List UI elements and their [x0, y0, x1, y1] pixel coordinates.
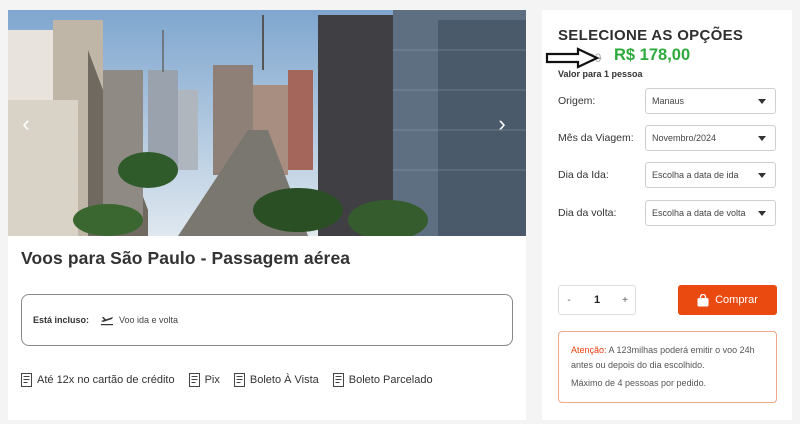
price: R$ 178,00 — [614, 46, 691, 64]
receipt-icon — [233, 373, 245, 387]
arrow-right-icon — [545, 47, 600, 69]
product-panel: ‹ › Voos para São Paulo - Passagem aérea… — [8, 10, 526, 420]
departure-label: Dia da Ida: — [558, 169, 609, 181]
decrement-button[interactable]: - — [559, 295, 579, 306]
month-select[interactable]: Novembro/2024 — [645, 125, 776, 151]
price-note: Valor para 1 pessoa — [558, 69, 643, 79]
month-value: Novembro/2024 — [652, 133, 717, 143]
return-date-select[interactable]: Escolha a data de volta — [645, 200, 776, 226]
shopping-bag-icon — [697, 293, 709, 306]
buy-label: Comprar — [715, 294, 758, 306]
chevron-down-icon — [758, 173, 766, 178]
chevron-down-icon — [758, 211, 766, 216]
month-label: Mês da Viagem: — [558, 132, 634, 144]
receipt-icon — [332, 373, 344, 387]
payment-methods: Até 12x no cartão de crédito Pix Boleto … — [21, 373, 447, 387]
carousel-prev-icon[interactable]: ‹ — [16, 113, 36, 135]
origin-label: Origem: — [558, 95, 596, 107]
payment-label: Boleto À Vista — [249, 374, 319, 386]
options-title: SELECIONE AS OPÇÕES — [558, 27, 744, 44]
notice-limit: Máximo de 4 pessoas por pedido. — [571, 378, 707, 388]
origin-select[interactable]: Manaus — [645, 88, 776, 114]
product-page: ‹ › Voos para São Paulo - Passagem aérea… — [0, 0, 800, 424]
included-box: Está incluso: Voo ida e volta — [21, 294, 513, 346]
buy-button[interactable]: Comprar — [678, 285, 777, 315]
return-value: Escolha a data de volta — [652, 208, 746, 218]
payment-label: Boleto Parcelado — [348, 374, 433, 386]
chevron-down-icon — [758, 99, 766, 104]
attention-label: Atenção: — [571, 345, 607, 355]
payment-method: Boleto À Vista — [233, 373, 319, 387]
receipt-icon — [21, 373, 32, 387]
quantity-stepper: - 1 + — [558, 285, 636, 315]
origin-value: Manaus — [652, 96, 685, 106]
receipt-icon — [188, 373, 200, 387]
payment-method: Boleto Parcelado — [332, 373, 433, 387]
options-panel: SELECIONE AS OPÇÕES 00 R$ 178,00 Valor p… — [542, 10, 792, 420]
departure-date-select[interactable]: Escolha a data de ida — [645, 162, 776, 188]
included-item: Voo ida e volta — [119, 315, 179, 325]
carousel-next-icon[interactable]: › — [492, 113, 512, 135]
product-title: Voos para São Paulo - Passagem aérea — [21, 248, 351, 268]
payment-method: Até 12x no cartão de crédito — [21, 373, 175, 387]
included-label: Está incluso: — [33, 315, 90, 325]
return-label: Dia da volta: — [558, 207, 617, 219]
payment-label: Até 12x no cartão de crédito — [37, 374, 175, 386]
chevron-down-icon — [758, 136, 766, 141]
departure-value: Escolha a data de ida — [652, 170, 739, 180]
product-image-carousel[interactable]: ‹ › — [8, 10, 526, 236]
attention-notice: Atenção: A 123milhas poderá emitir o voo… — [558, 331, 777, 403]
airplane-icon — [101, 317, 114, 326]
payment-label: Pix — [204, 374, 220, 386]
quantity-value[interactable]: 1 — [579, 294, 615, 306]
payment-method: Pix — [188, 373, 220, 387]
city-skyline-image — [8, 10, 526, 236]
increment-button[interactable]: + — [615, 295, 635, 306]
